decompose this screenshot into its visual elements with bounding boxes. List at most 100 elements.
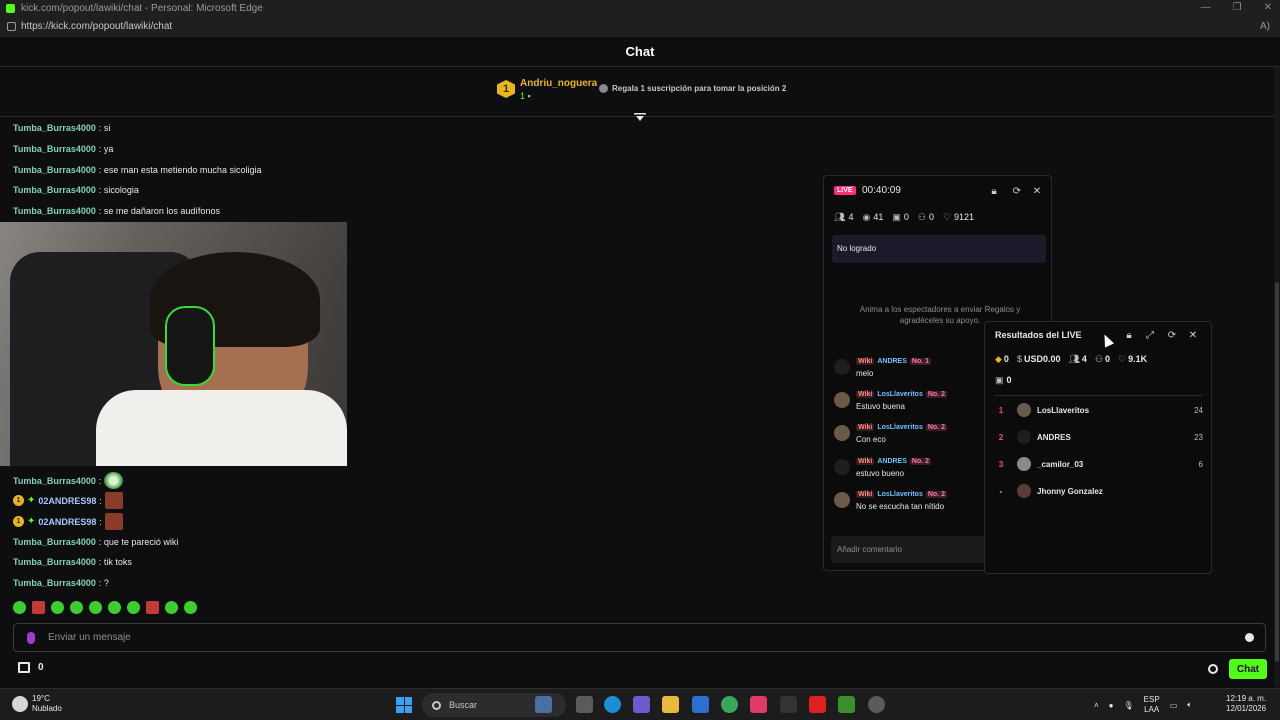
ranking-row[interactable]: - Jhonny Gonzalez — [995, 482, 1203, 500]
edge-icon[interactable] — [604, 696, 621, 713]
copilot-icon[interactable] — [633, 696, 650, 713]
microsoft-store-icon[interactable] — [692, 696, 709, 713]
close-icon[interactable]: ✕ — [1032, 187, 1042, 197]
lock-icon[interactable]: 🔒︎ — [989, 187, 999, 197]
emote-icon[interactable] — [51, 601, 64, 614]
emote-icon[interactable] — [184, 601, 197, 614]
emote-icon[interactable] — [13, 601, 26, 614]
page-scrollbar[interactable] — [1274, 67, 1280, 687]
emote-icon[interactable] — [89, 601, 102, 614]
emote-icon[interactable] — [165, 601, 178, 614]
chat-message-input[interactable] — [48, 632, 1245, 643]
goal-status[interactable]: No logrado — [832, 235, 1046, 263]
chat-username[interactable]: Tumba_Burras4000 — [13, 537, 96, 547]
avatar[interactable] — [834, 492, 850, 508]
chat-message: Tumba_Burras4000: si — [13, 123, 110, 133]
chat-username[interactable]: Tumba_Burras4000 — [13, 185, 96, 195]
comment-username[interactable]: LosLlaveritos — [877, 391, 923, 398]
gifts-stat: ▣ 0 — [995, 375, 1012, 386]
chat-username[interactable]: Tumba_Burras4000 — [13, 476, 96, 486]
expand-icon[interactable]: ⤢ — [1145, 331, 1155, 341]
tiktok-icon[interactable] — [750, 696, 767, 713]
windows-start-icon[interactable] — [396, 697, 412, 713]
comment-username[interactable]: ANDRES — [877, 358, 907, 365]
emote-icon[interactable] — [127, 601, 140, 614]
minecraft-icon[interactable] — [838, 696, 855, 713]
comment-input[interactable]: Añadir comentario — [831, 536, 991, 563]
dollar-icon: $ — [1016, 354, 1022, 364]
address-bar[interactable]: https://kick.com/popout/lawiki/chat A) — [0, 16, 1280, 37]
chat-text: : si — [98, 123, 111, 133]
people-icon: 👥︎ — [1068, 354, 1080, 364]
weather-widget[interactable]: 19°C Nublado — [12, 694, 62, 714]
file-explorer-icon[interactable] — [662, 696, 679, 713]
taskbar-clock[interactable]: 12:19 a. m. 12/01/2026 — [1226, 694, 1266, 714]
microphone-tray-icon[interactable]: 🎙︎ — [1124, 701, 1134, 710]
sparkle-badge-icon: ✦ — [27, 516, 36, 527]
comment-username[interactable]: ANDRES — [877, 458, 907, 465]
chat-username[interactable]: Tumba_Burras4000 — [13, 557, 96, 567]
chat-username[interactable]: Tumba_Burras4000 — [13, 206, 96, 216]
emote-icon[interactable] — [104, 513, 123, 530]
emote-icon[interactable] — [146, 601, 159, 614]
emote-icon[interactable] — [104, 492, 123, 509]
read-aloud-icon[interactable]: A) — [1260, 21, 1270, 32]
rank-name: ANDRES — [1037, 432, 1071, 442]
refresh-icon[interactable]: ⟳ — [1012, 187, 1022, 197]
close-icon[interactable]: ✕ — [1188, 331, 1198, 341]
chevron-up-icon[interactable]: ˄ — [1094, 701, 1099, 710]
collapse-icon[interactable] — [634, 113, 646, 121]
chrome-icon[interactable] — [721, 696, 738, 713]
microphone-icon[interactable] — [27, 631, 35, 644]
language-indicator[interactable]: ESP LAA — [1144, 695, 1160, 715]
minimize-icon[interactable]: — — [1201, 0, 1211, 16]
fan-badge: Wiki — [856, 358, 875, 365]
emote-icon[interactable] — [104, 472, 124, 489]
lock-icon[interactable] — [7, 22, 16, 31]
avatar[interactable] — [834, 459, 850, 475]
emoji-picker-icon[interactable] — [1245, 633, 1254, 642]
chat-username[interactable]: Tumba_Burras4000 — [13, 144, 96, 154]
widget-app-icon[interactable] — [535, 696, 552, 713]
refresh-icon[interactable]: ⟳ — [1167, 331, 1177, 341]
live-stat-row: 👥︎ 4 ◉ 41 ▣ 0 ⚇ 0 ♡ 9121 — [834, 212, 974, 223]
pinned-username[interactable]: Andriu_noguera — [520, 78, 597, 89]
task-view-icon[interactable] — [576, 696, 593, 713]
tm-app-icon[interactable] — [780, 696, 797, 713]
comment-username[interactable]: LosLlaveritos — [877, 491, 923, 498]
avatar — [1017, 457, 1031, 471]
chat-username[interactable]: Tumba_Burras4000 — [13, 165, 96, 175]
lock-icon[interactable]: 🔒︎ — [1124, 331, 1134, 341]
comment-text: melo — [856, 369, 874, 378]
scrollbar-thumb[interactable] — [1275, 282, 1279, 662]
emote-icon[interactable] — [32, 601, 45, 614]
restore-icon[interactable]: ❐ — [1233, 0, 1242, 16]
emote-icon[interactable] — [108, 601, 121, 614]
chat-text: : — [99, 516, 102, 527]
avatar[interactable] — [834, 392, 850, 408]
pinned-cta[interactable]: Regala 1 suscripción para tomar la posic… — [599, 84, 786, 93]
youtube-icon[interactable] — [809, 696, 826, 713]
ranking-row[interactable]: 1 LosLlaveritos 24 — [995, 401, 1203, 419]
channel-points[interactable]: 0 — [18, 662, 44, 673]
results-title: Resultados del LIVE — [995, 330, 1082, 340]
gear-icon[interactable] — [1208, 664, 1218, 674]
volume-icon[interactable]: 🔈︎ — [1187, 700, 1192, 710]
avatar[interactable] — [834, 359, 850, 375]
avatar[interactable] — [834, 425, 850, 441]
ranking-row[interactable]: 2 ANDRES 23 — [995, 428, 1203, 446]
chat-send-button[interactable]: Chat — [1229, 659, 1267, 679]
chat-username[interactable]: Tumba_Burras4000 — [13, 123, 96, 133]
chat-username[interactable]: 02ANDRES98 — [38, 496, 96, 506]
address-url[interactable]: https://kick.com/popout/lawiki/chat — [21, 21, 172, 32]
chat-username[interactable]: 02ANDRES98 — [38, 517, 96, 527]
emote-icon[interactable] — [70, 601, 83, 614]
comment-username[interactable]: LosLlaveritos — [877, 424, 923, 431]
chat-input-box[interactable] — [13, 623, 1266, 652]
close-window-icon[interactable]: ✕ — [1264, 0, 1272, 16]
chat-username[interactable]: Tumba_Burras4000 — [13, 578, 96, 588]
network-icon[interactable]: ▭ — [1170, 701, 1178, 710]
app-tray-icon[interactable]: ● — [1109, 701, 1114, 710]
browser-app-icon[interactable] — [868, 696, 885, 713]
ranking-row[interactable]: 3 _camilor_03 6 — [995, 455, 1203, 473]
